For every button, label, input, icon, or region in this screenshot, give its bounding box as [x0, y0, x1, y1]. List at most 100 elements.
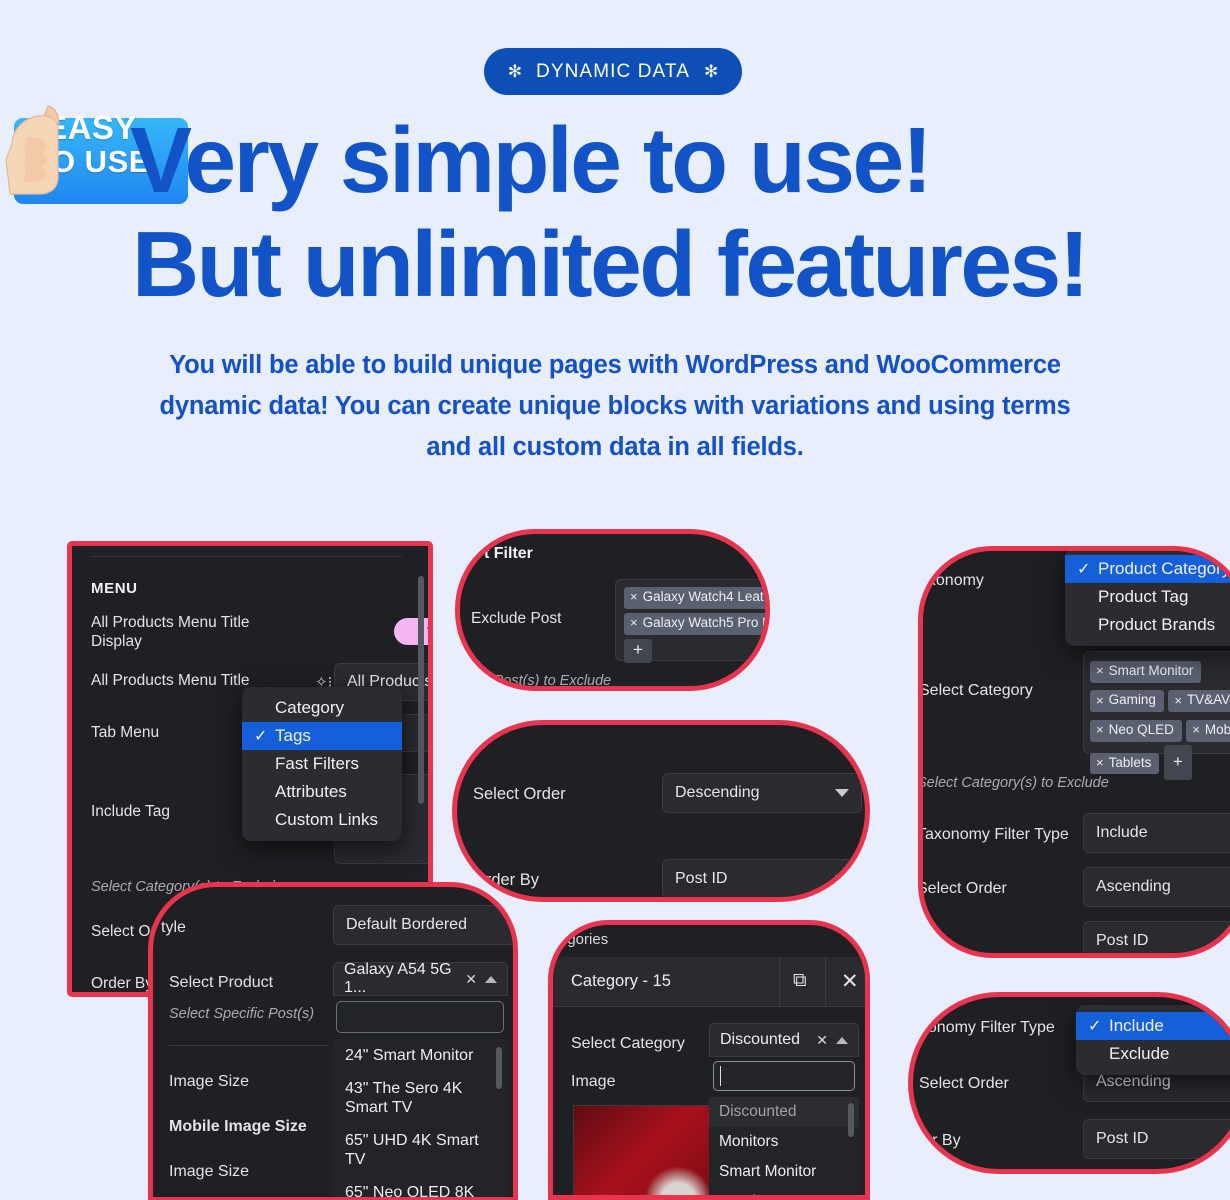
filter-type-dropdown[interactable]: ✓ Include Exclude — [1076, 1005, 1230, 1075]
chip-galaxy-watch5-pro-band[interactable]: × Galaxy Watch5 Pro Band (S — [624, 612, 765, 635]
chip-label: Tablets — [1108, 754, 1152, 770]
dropdown-option[interactable]: Product Brands — [1065, 611, 1230, 639]
list-item[interactable]: Monitors — [709, 1127, 859, 1157]
chevron-up-icon[interactable] — [485, 975, 497, 983]
divider — [825, 957, 826, 1007]
chevron-down-icon — [835, 875, 849, 883]
close-icon[interactable]: ✕ — [841, 969, 859, 994]
style-dropdown[interactable]: Default Bordered — [333, 905, 513, 945]
order-by-label: Order By — [91, 975, 154, 992]
product-search-input[interactable] — [336, 1001, 504, 1033]
chip-label: Neo QLED — [1108, 721, 1174, 737]
product-option-list[interactable]: 24" Smart Monitor 43" The Sero 4K Smart … — [333, 1039, 508, 1197]
list-item[interactable]: Gaming — [709, 1187, 859, 1195]
order-by-dropdown[interactable]: Post ID — [662, 859, 862, 897]
order-by-dropdown[interactable]: Post ID — [1083, 921, 1230, 953]
chip-galaxy-watch4-leather[interactable]: × Galaxy Watch4 Leather — [624, 587, 765, 609]
select-category-label: Select Category — [571, 1035, 685, 1052]
select-order-value: Ascending — [1096, 878, 1171, 895]
list-item[interactable]: Discounted — [709, 1097, 859, 1127]
option-label: Product Category — [1098, 559, 1230, 578]
mobile-image-size-label: Mobile Image Size — [169, 1118, 307, 1135]
option-label: Tags — [275, 726, 311, 745]
add-post-button[interactable]: + — [624, 638, 652, 663]
dropdown-option[interactable]: Product Tag — [1065, 583, 1230, 611]
select-product-combobox[interactable]: Galaxy A54 5G 1... ✕ — [333, 961, 508, 996]
chip-label: Galaxy Watch4 Leather — [642, 589, 765, 604]
taxonomy-dropdown[interactable]: ✓ Product Category Product Tag Product B… — [1065, 551, 1230, 646]
chip-remove-icon[interactable]: × — [1096, 693, 1104, 708]
select-order-dropdown[interactable]: Descending — [662, 773, 862, 813]
chevron-down-icon — [835, 789, 849, 797]
list-item[interactable]: 43" The Sero 4K Smart TV — [333, 1072, 508, 1124]
chip-label: Galaxy Watch5 Pro Band (S — [642, 614, 765, 630]
dropdown-option[interactable]: Exclude — [1076, 1040, 1230, 1068]
chip-gaming[interactable]: × Gaming — [1090, 690, 1164, 713]
chip-neo-qled[interactable]: × Neo QLED — [1090, 719, 1182, 742]
clear-selection-icon[interactable]: ✕ — [465, 971, 477, 988]
chip-remove-icon[interactable]: × — [1096, 755, 1104, 770]
screenshot-page: ✻ DYNAMIC DATA ✻ EASY TO USE Very simple… — [0, 0, 1230, 1200]
tab-menu-label: Tab Menu — [91, 724, 160, 741]
image-size-label-2: Image Size — [169, 1163, 250, 1180]
category-item-title: Category - 15 — [571, 972, 671, 990]
exclude-post-chip-input[interactable]: × Galaxy Watch4 Leather × Galaxy Watch5 … — [615, 579, 765, 663]
thumbs-up-icon — [5, 105, 60, 195]
list-item[interactable]: Smart Monitor — [709, 1157, 859, 1187]
chip-remove-icon[interactable]: × — [1192, 722, 1200, 737]
sparkle-icon-right: ✻ — [703, 62, 719, 81]
tab-menu-dropdown[interactable]: Category ✓ Tags Fast Filters Attributes … — [242, 687, 402, 841]
panel-taxonomy-filter-type: axonomy Filter Type Select Order Ascendi… — [908, 992, 1230, 1174]
category-search-input[interactable] — [713, 1061, 855, 1091]
list-item[interactable]: 65" Neo QLED 8K — [333, 1176, 508, 1197]
dropdown-option[interactable]: Attributes — [242, 778, 402, 806]
list-item[interactable]: 65" UHD 4K Smart TV — [333, 1124, 508, 1176]
taxonomy-filter-type-label: Taxonomy Filter Type — [923, 826, 1069, 843]
select-product-value: Galaxy A54 5G 1... — [344, 961, 452, 996]
list-item[interactable]: 24" Smart Monitor — [333, 1039, 508, 1072]
chip-mobile[interactable]: × Mobile — [1186, 719, 1230, 742]
chip-label: TV&AV — [1186, 692, 1230, 708]
style-label: tyle — [161, 919, 186, 936]
option-list-scrollbar[interactable] — [848, 1103, 854, 1137]
chip-tablets[interactable]: × Tablets — [1090, 752, 1160, 775]
option-label: Fast Filters — [275, 754, 360, 773]
headline-line-2: But unlimited features! — [132, 212, 1090, 316]
exclude-post-hint: lect Post(s) to Exclude — [467, 673, 612, 686]
dropdown-option[interactable]: Custom Links — [242, 806, 402, 834]
dropdown-option-selected[interactable]: ✓ Product Category — [1065, 555, 1230, 583]
chip-label: Mobile — [1204, 721, 1230, 737]
chevron-up-icon[interactable] — [836, 1036, 848, 1044]
add-category-button[interactable]: + — [1163, 744, 1192, 781]
clear-selection-icon[interactable]: ✕ — [816, 1032, 828, 1049]
chip-remove-icon[interactable]: × — [630, 589, 638, 604]
chip-remove-icon[interactable]: × — [1096, 722, 1104, 737]
order-by-dropdown[interactable]: Post ID — [1083, 1119, 1230, 1159]
dropdown-option[interactable]: Category — [242, 694, 402, 722]
dropdown-option-selected[interactable]: ✓ Tags — [242, 722, 402, 750]
option-label: Category — [275, 698, 344, 717]
panel-exclude-post: t Filter Exclude Post × Galaxy Watch4 Le… — [455, 529, 770, 691]
check-icon: ✓ — [1077, 561, 1091, 578]
option-label: Include — [1109, 1016, 1164, 1035]
select-category-chip-input[interactable]: × Smart Monitor × Gaming × TV&AV × Neo QLED … — [1083, 651, 1230, 781]
categories-breadcrumb: egories — [559, 931, 609, 948]
chip-remove-icon[interactable]: × — [630, 615, 638, 630]
select-category-combobox[interactable]: Discounted ✕ — [709, 1023, 859, 1057]
duplicate-icon[interactable]: ⧉ — [793, 970, 807, 992]
select-category-value: Discounted — [720, 1031, 801, 1048]
taxonomy-filter-type-dropdown[interactable]: Include — [1083, 813, 1230, 853]
category-option-list[interactable]: Discounted Monitors Smart Monitor Gaming — [709, 1097, 859, 1195]
dropdown-option-selected[interactable]: ✓ Include — [1076, 1012, 1230, 1040]
select-specific-posts-hint: Select Specific Post(s) — [169, 1006, 315, 1022]
select-order-dropdown[interactable]: Ascending — [1083, 867, 1230, 907]
chip-smart-monitor[interactable]: × Smart Monitor — [1090, 660, 1202, 683]
page-subtitle: You will be able to build unique pages w… — [159, 351, 1071, 461]
include-tag-label: Include Tag — [91, 803, 170, 820]
option-list-scrollbar[interactable] — [496, 1047, 502, 1089]
chip-remove-icon[interactable]: × — [1096, 663, 1104, 678]
panel-scrollbar[interactable] — [418, 576, 424, 804]
chip-remove-icon[interactable]: × — [1174, 693, 1182, 708]
chip-tvav[interactable]: × TV&AV — [1168, 690, 1230, 713]
dropdown-option[interactable]: Fast Filters — [242, 750, 402, 778]
